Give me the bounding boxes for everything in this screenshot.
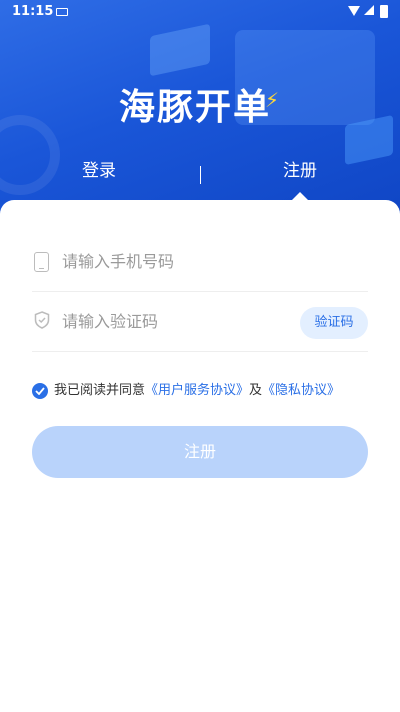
agree-prefix: 我已阅读并同意 [54, 383, 146, 398]
wifi-icon [348, 6, 360, 16]
header-banner: 11:15 海豚开单⚡ 登录 注册 [0, 0, 400, 225]
service-agreement-link[interactable]: 《用户服务协议》 [145, 383, 249, 398]
phone-input[interactable] [62, 247, 292, 275]
status-time: 11:15 [12, 4, 54, 19]
get-code-button[interactable]: 验证码 [300, 307, 368, 339]
shield-icon [34, 311, 50, 329]
tab-divider [200, 166, 201, 184]
verification-code-input[interactable] [62, 307, 292, 335]
status-bar: 11:15 [0, 0, 400, 24]
agreement-row: 我已阅读并同意《用户服务协议》及《隐私协议》 [32, 382, 372, 402]
agree-checkbox[interactable] [32, 383, 48, 399]
agree-and: 及 [249, 383, 263, 398]
lightning-icon: ⚡ [264, 88, 282, 112]
active-tab-indicator [292, 192, 308, 200]
battery-icon [380, 5, 388, 18]
box-illustration [150, 23, 210, 77]
tab-register[interactable]: 注册 [283, 156, 317, 181]
keyboard-icon [56, 8, 68, 16]
register-button[interactable]: 注册 [32, 426, 368, 478]
app-logo: 海豚开单⚡ [0, 78, 400, 130]
tab-login[interactable]: 登录 [82, 156, 116, 181]
logo-text: 海豚开单 [118, 87, 271, 128]
agreement-text: 我已阅读并同意《用户服务协议》及《隐私协议》 [54, 382, 340, 400]
signal-icon [364, 5, 374, 15]
phone-icon [34, 252, 49, 272]
check-icon [35, 387, 45, 395]
privacy-agreement-link[interactable]: 《隐私协议》 [262, 383, 340, 398]
phone-field [32, 231, 368, 292]
register-form-card: 验证码 我已阅读并同意《用户服务协议》及《隐私协议》 注册 [0, 200, 400, 712]
verification-code-field: 验证码 [32, 291, 368, 352]
